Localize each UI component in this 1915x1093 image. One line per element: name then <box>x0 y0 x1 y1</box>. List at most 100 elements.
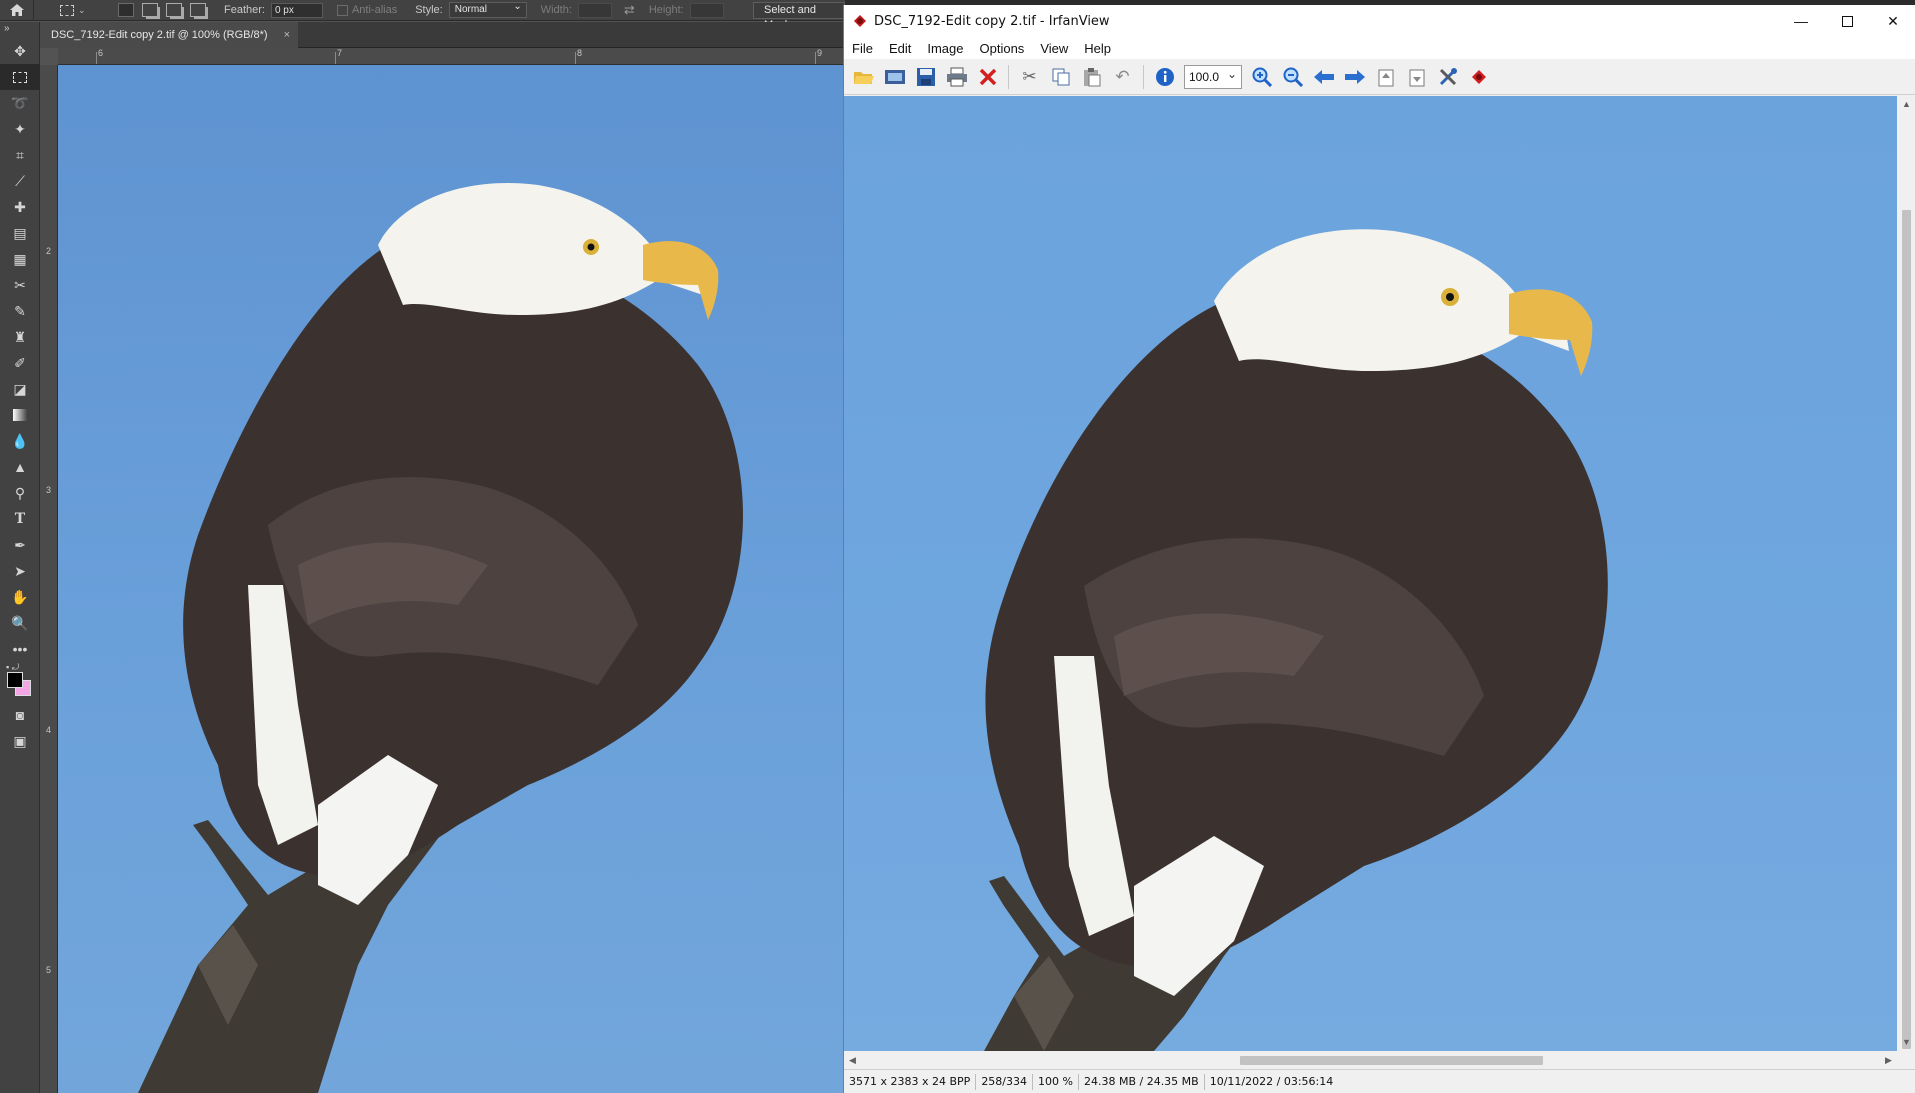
zoom-out-button[interactable] <box>1277 63 1308 91</box>
collapse-panel-icon[interactable]: » <box>0 22 39 38</box>
ruler-number: 2 <box>46 246 52 256</box>
marquee-tool-icon[interactable] <box>0 64 40 90</box>
horizontal-scrollbar[interactable]: ◀ ▶ <box>844 1051 1897 1069</box>
info-button[interactable] <box>1149 63 1180 91</box>
status-datetime: 10/11/2022 / 03:56:14 <box>1209 1074 1334 1088</box>
patch-tool-icon[interactable]: ▤ <box>0 220 40 246</box>
scroll-left-icon[interactable]: ◀ <box>844 1051 861 1069</box>
move-tool-icon[interactable]: ✥ <box>0 38 40 64</box>
crop-tool-icon[interactable]: ⌗ <box>0 142 40 168</box>
close-tab-icon[interactable]: × <box>284 22 290 48</box>
undo-button[interactable]: ↶ <box>1107 63 1138 91</box>
settings-button[interactable] <box>1432 63 1463 91</box>
minimize-button[interactable]: — <box>1778 5 1824 37</box>
hand-tool-icon[interactable]: ✋ <box>0 584 40 610</box>
red-eye-tool-icon[interactable]: ✂ <box>0 272 40 298</box>
slideshow-button[interactable] <box>879 63 910 91</box>
path-selection-tool-icon[interactable]: ➤ <box>0 558 40 584</box>
menu-file[interactable]: File <box>844 41 881 56</box>
style-select[interactable]: Normal <box>448 0 527 18</box>
subtract-from-selection-button[interactable] <box>166 3 182 17</box>
feather-label: Feather: <box>224 4 265 16</box>
width-input[interactable] <box>577 2 612 18</box>
exit-button[interactable] <box>1463 63 1494 91</box>
save-button[interactable] <box>910 63 941 91</box>
status-zoom: 100 % <box>1033 1073 1079 1090</box>
page-up-button[interactable] <box>1370 63 1401 91</box>
photoshop-canvas[interactable] <box>58 65 845 1093</box>
pen-tool-icon[interactable]: ✒ <box>0 532 40 558</box>
screen-mode-icon[interactable]: ▣ <box>0 728 40 754</box>
new-selection-button[interactable] <box>118 3 134 17</box>
anti-alias-checkbox[interactable]: Anti-alias <box>336 4 397 16</box>
clone-stamp-tool-icon[interactable]: ♜ <box>0 324 40 350</box>
maximize-button[interactable] <box>1824 5 1870 37</box>
brush-tool-icon[interactable]: ✎ <box>0 298 40 324</box>
blur-tool-icon[interactable]: 💧 <box>0 428 40 454</box>
select-and-mask-button[interactable]: Select and Mask... <box>753 2 845 31</box>
scroll-right-icon[interactable]: ▶ <box>1880 1051 1897 1069</box>
maximize-icon <box>1841 15 1853 27</box>
feather-input[interactable]: 0 px <box>270 2 323 18</box>
document-tab[interactable]: DSC_7192-Edit copy 2.tif @ 100% (RGB/8*)… <box>40 22 298 48</box>
more-tools-icon[interactable]: ••• <box>0 636 40 662</box>
copy-button[interactable] <box>1045 63 1076 91</box>
swap-dimensions-icon[interactable]: ⇄ <box>624 2 635 18</box>
open-button[interactable] <box>848 63 879 91</box>
sharpen-tool-icon[interactable]: ▲ <box>0 454 40 480</box>
zoom-combobox[interactable]: 100.0 <box>1184 63 1242 89</box>
width-label: Width: <box>540 4 572 16</box>
slideshow-icon <box>884 69 905 84</box>
height-input[interactable] <box>689 2 724 18</box>
undo-icon: ↶ <box>1115 66 1130 86</box>
home-button[interactable] <box>0 0 34 21</box>
scroll-up-icon[interactable]: ▲ <box>1897 96 1915 113</box>
vertical-scroll-thumb[interactable] <box>1902 210 1911 1049</box>
page-down-button[interactable] <box>1401 63 1432 91</box>
dodge-tool-icon[interactable]: ⚲ <box>0 480 40 506</box>
scroll-down-icon[interactable]: ▼ <box>1897 1034 1915 1051</box>
ruler-number: 4 <box>46 725 52 735</box>
menu-edit[interactable]: Edit <box>881 41 919 56</box>
settings-icon <box>1439 67 1457 85</box>
horizontal-ruler: 6 7 8 9 <box>58 48 845 65</box>
cut-button[interactable]: ✂ <box>1014 63 1045 91</box>
toolbar-separator <box>1008 64 1009 89</box>
next-icon <box>1344 69 1365 84</box>
previous-button[interactable] <box>1308 63 1339 91</box>
magic-wand-tool-icon[interactable]: ✦ <box>0 116 40 142</box>
history-brush-tool-icon[interactable]: ✐ <box>0 350 40 376</box>
gradient-tool-icon[interactable] <box>0 402 40 428</box>
quick-mask-icon[interactable]: ◙ <box>0 702 40 728</box>
selection-mode-group <box>118 3 206 17</box>
previous-icon <box>1313 69 1334 84</box>
close-button[interactable]: ✕ <box>1870 5 1915 37</box>
print-button[interactable] <box>941 63 972 91</box>
checkbox-box <box>336 4 348 16</box>
add-to-selection-button[interactable] <box>142 3 158 17</box>
foreground-color-swatch[interactable] <box>7 672 23 688</box>
spot-healing-tool-icon[interactable]: ✚ <box>0 194 40 220</box>
content-aware-move-tool-icon[interactable]: ▦ <box>0 246 40 272</box>
type-tool-icon[interactable]: T <box>0 506 40 532</box>
menu-help[interactable]: Help <box>1076 41 1119 56</box>
eraser-tool-icon[interactable]: ◪ <box>0 376 40 402</box>
menu-view[interactable]: View <box>1032 41 1076 56</box>
tool-preset-picker[interactable]: ⌄ <box>60 4 100 16</box>
paste-button[interactable] <box>1076 63 1107 91</box>
eyedropper-tool-icon[interactable]: ⟋ <box>0 168 40 194</box>
vertical-scrollbar[interactable]: ▲ ▼ <box>1897 96 1915 1051</box>
zoom-tool-icon[interactable]: 🔍 <box>0 610 40 636</box>
horizontal-scroll-thumb[interactable] <box>1240 1056 1543 1065</box>
menu-image[interactable]: Image <box>919 41 971 56</box>
next-button[interactable] <box>1339 63 1370 91</box>
menu-options[interactable]: Options <box>972 41 1033 56</box>
delete-button[interactable] <box>972 63 1003 91</box>
zoom-in-button[interactable] <box>1246 63 1277 91</box>
lasso-tool-icon[interactable]: ➰ <box>0 90 40 116</box>
color-swatches[interactable]: ▪ ⤾ <box>0 662 39 702</box>
toolbar: ✂ ↶ 100.0 <box>844 59 1915 95</box>
image-view[interactable] <box>844 96 1897 1051</box>
intersect-selection-button[interactable] <box>190 3 206 17</box>
document-tab-bar: DSC_7192-Edit copy 2.tif @ 100% (RGB/8*)… <box>40 22 845 48</box>
